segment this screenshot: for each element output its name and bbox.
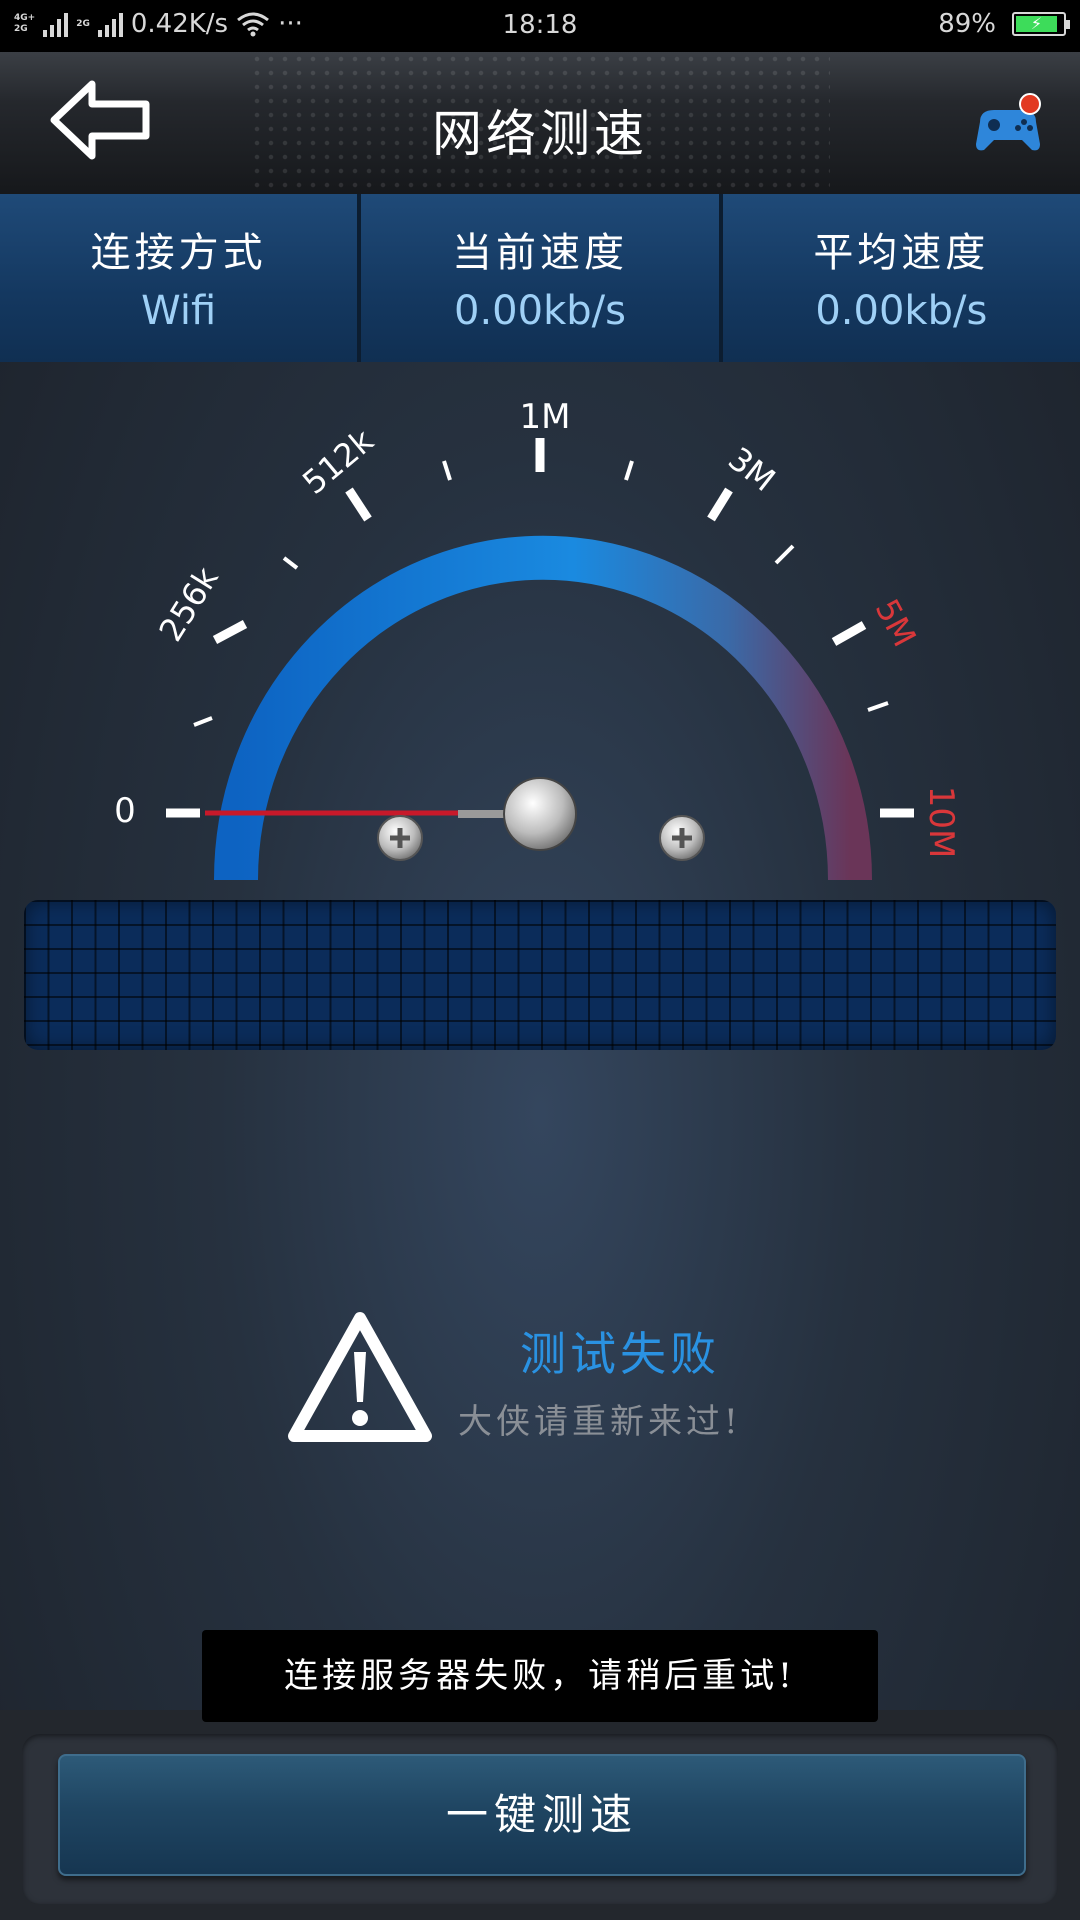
- info-current-speed: 当前速度 0.00kb/s: [361, 194, 723, 362]
- info-value: 0.00kb/s: [454, 288, 626, 334]
- warning-icon: [288, 1312, 432, 1442]
- screw-icon: [659, 815, 705, 861]
- page-title: 网络测速: [432, 105, 648, 163]
- battery-fill: ⚡: [1016, 16, 1057, 32]
- status-bar: 4G+ 2G 2G 0.42K/s ··· 18:18 89% ⚡: [0, 0, 1080, 52]
- status-right: 89% ⚡: [938, 9, 1070, 39]
- failure-subtitle: 大侠请重新来过!: [458, 1402, 742, 1442]
- gauge-knob: [503, 777, 577, 851]
- gauge-label-0: 0: [114, 791, 136, 831]
- info-value: Wifi: [141, 288, 217, 334]
- gauge-label-5m: 5M: [868, 593, 924, 653]
- button-well: 一键测速: [22, 1734, 1058, 1904]
- screw-icon: [377, 815, 423, 861]
- clock: 18:18: [502, 10, 578, 40]
- info-label: 当前速度: [451, 230, 628, 276]
- bottom-bar: 一键测速: [0, 1710, 1080, 1920]
- gauge-label-512k: 512k: [295, 421, 381, 502]
- info-connection: 连接方式 Wifi: [0, 194, 362, 362]
- info-label: 平均速度: [813, 230, 990, 276]
- header: 网络测速: [0, 52, 1080, 194]
- failure-title: 测试失败: [520, 1327, 720, 1381]
- gauge-label-3m: 3M: [721, 440, 782, 499]
- led-speed-panel: [24, 900, 1056, 1050]
- info-value: 0.00kb/s: [815, 288, 988, 334]
- battery-percent: 89%: [938, 9, 996, 39]
- gauge-label-1m: 1M: [520, 397, 571, 437]
- battery-icon: ⚡: [1012, 12, 1070, 36]
- info-average-speed: 平均速度 0.00kb/s: [722, 194, 1080, 362]
- gamepad-icon[interactable]: [972, 92, 1044, 156]
- start-speed-test-button[interactable]: 一键测速: [58, 1754, 1026, 1876]
- toast-message: 连接服务器失败，请稍后重试!: [202, 1630, 878, 1722]
- info-label: 连接方式: [90, 230, 267, 276]
- gauge-label-256k: 256k: [151, 560, 226, 648]
- info-strip: 连接方式 Wifi 当前速度 0.00kb/s 平均速度 0.00kb/s: [0, 194, 1080, 362]
- gauge-label-10m: 10M: [921, 786, 961, 859]
- speed-gauge: 0 256k 512k 1M 3M 5M 10M: [114, 397, 961, 881]
